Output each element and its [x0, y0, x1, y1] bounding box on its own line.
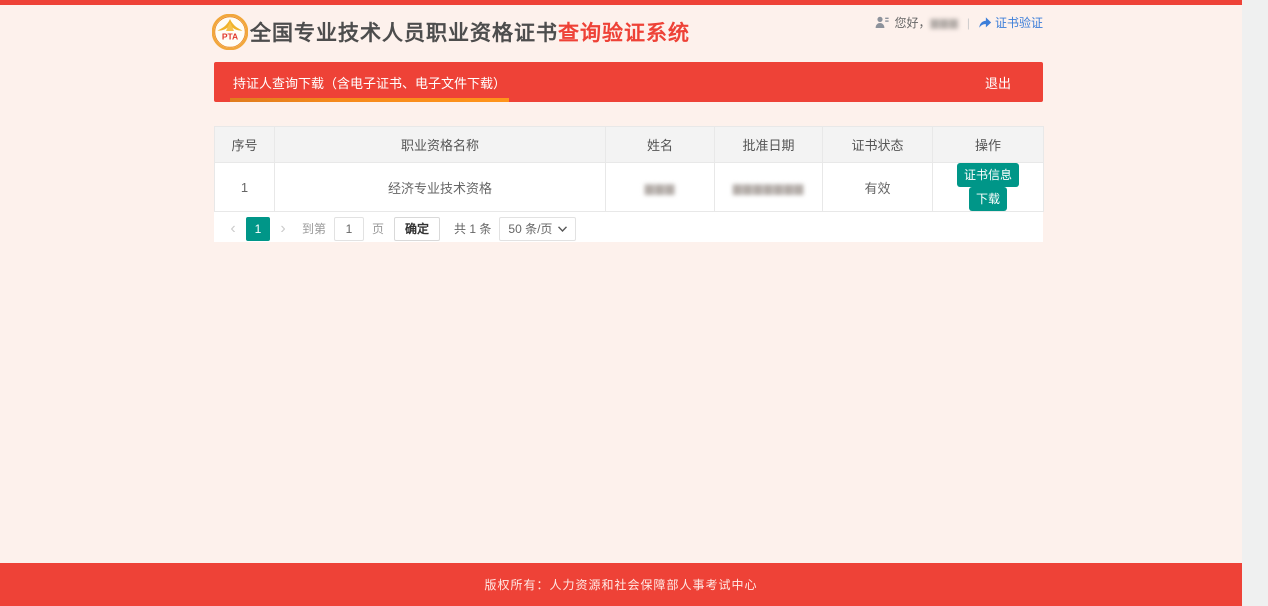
page-footer: 版权所有：人力资源和社会保障部人事考试中心 — [0, 563, 1242, 606]
pta-logo-icon: PTA — [212, 14, 248, 50]
page-title: 全国专业技术人员职业资格证书查询验证系统 — [250, 17, 690, 47]
user-bar: 您好， ▆▆▆ | 证书验证 — [875, 14, 1043, 31]
cell-qualification: 经济专业技术资格 — [275, 163, 606, 212]
download-button[interactable]: 下载 — [969, 187, 1007, 211]
cell-status: 有效 — [823, 163, 933, 212]
page-number-input[interactable] — [334, 217, 364, 241]
results-card: 序号 职业资格名称 姓名 批准日期 证书状态 操作 1 经济专业技术资格 ▆▆▆… — [214, 126, 1043, 242]
title-suffix: 查询验证系统 — [558, 22, 690, 45]
title-main: 全国专业技术人员职业资格证书 — [250, 22, 558, 45]
logout-label: 退出 — [985, 73, 1011, 92]
verify-link-label: 证书验证 — [995, 14, 1043, 31]
cell-date: ▆▆▆▆▆▆▆ — [715, 163, 823, 212]
confirm-page-button[interactable]: 确定 — [394, 217, 440, 241]
cell-name: ▆▆▆ — [606, 163, 715, 212]
next-page-arrow[interactable]: › — [276, 220, 290, 238]
pagination-bar: ‹ 1 › 到第 页 确定 共 1 条 50 条/页 — [214, 212, 1043, 242]
certificates-table: 序号 职业资格名称 姓名 批准日期 证书状态 操作 1 经济专业技术资格 ▆▆▆… — [214, 126, 1044, 212]
chevron-down-icon — [558, 226, 567, 232]
cell-actions: 证书信息 下载 — [933, 163, 1044, 212]
greeting-text: 您好， — [894, 14, 930, 31]
nav-bar: 持证人查询下载（含电子证书、电子文件下载） 退出 — [214, 62, 1043, 102]
user-icon — [875, 16, 889, 29]
name-masked: ▆▆▆ — [645, 181, 676, 195]
window-right-gutter — [1242, 0, 1268, 606]
user-name-masked: ▆▆▆ — [930, 16, 958, 29]
prev-page-arrow[interactable]: ‹ — [226, 220, 240, 238]
certificate-verify-link[interactable]: 证书验证 — [978, 14, 1043, 31]
col-header-status: 证书状态 — [823, 127, 933, 163]
certificate-info-button[interactable]: 证书信息 — [957, 163, 1019, 187]
page-size-select[interactable]: 50 条/页 — [499, 217, 576, 241]
brand: PTA 全国专业技术人员职业资格证书查询验证系统 — [212, 14, 690, 50]
col-header-index: 序号 — [215, 127, 275, 163]
goto-prefix-label: 到第 — [302, 220, 326, 237]
cell-index: 1 — [215, 163, 275, 212]
goto-suffix-label: 页 — [372, 220, 384, 237]
date-masked: ▆▆▆▆▆▆▆ — [733, 181, 805, 195]
col-header-date: 批准日期 — [715, 127, 823, 163]
separator: | — [967, 16, 970, 30]
copyright-text: 版权所有：人力资源和社会保障部人事考试中心 — [484, 576, 757, 593]
table-row: 1 经济专业技术资格 ▆▆▆ ▆▆▆▆▆▆▆ 有效 证书信息 下载 — [215, 163, 1044, 212]
col-header-actions: 操作 — [933, 127, 1044, 163]
site-header: PTA 全国专业技术人员职业资格证书查询验证系统 您好， ▆▆▆ | — [214, 5, 1043, 62]
logout-button[interactable]: 退出 — [985, 62, 1011, 102]
total-count-label: 共 1 条 — [454, 220, 491, 237]
tab-holder-query-download[interactable]: 持证人查询下载（含电子证书、电子文件下载） — [230, 62, 509, 102]
table-header-row: 序号 职业资格名称 姓名 批准日期 证书状态 操作 — [215, 127, 1044, 163]
page-background: PTA 全国专业技术人员职业资格证书查询验证系统 您好， ▆▆▆ | — [0, 0, 1242, 606]
current-page-button[interactable]: 1 — [246, 217, 270, 241]
active-tab-label: 持证人查询下载（含电子证书、电子文件下载） — [233, 73, 506, 92]
share-arrow-icon — [978, 16, 992, 29]
page-size-value: 50 条/页 — [508, 220, 552, 237]
svg-text:PTA: PTA — [222, 32, 238, 42]
col-header-name: 姓名 — [606, 127, 715, 163]
col-header-qualification: 职业资格名称 — [275, 127, 606, 163]
content-column: PTA 全国专业技术人员职业资格证书查询验证系统 您好， ▆▆▆ | — [214, 5, 1043, 242]
active-tab-underline — [230, 98, 509, 102]
